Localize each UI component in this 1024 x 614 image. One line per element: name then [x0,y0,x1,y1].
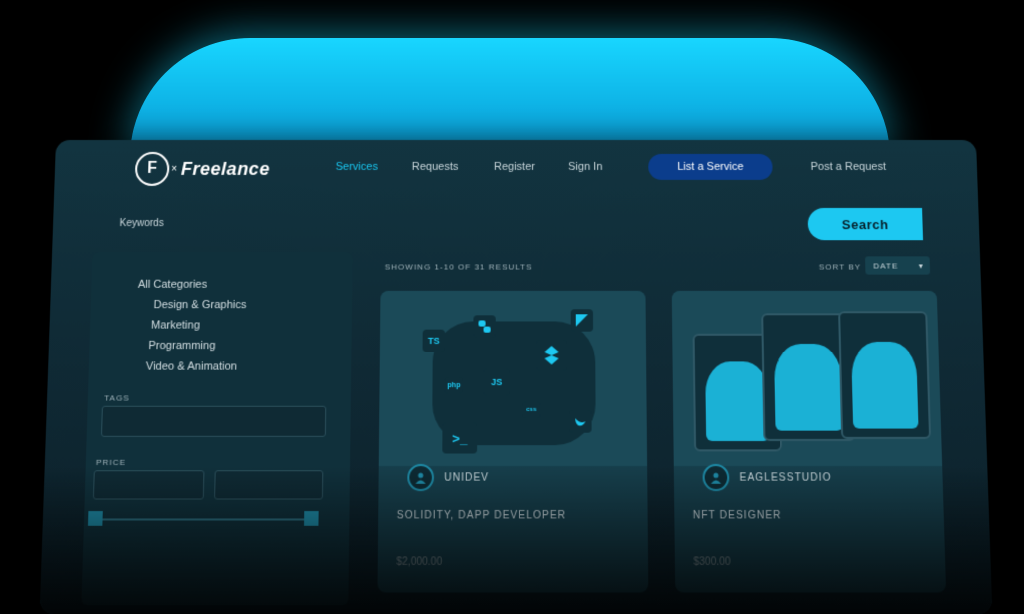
typescript-icon: TS [422,329,446,353]
nav-services[interactable]: Services [336,161,378,173]
service-price: $300.00 [693,556,731,569]
logo[interactable]: F × Freelance [134,151,271,186]
tags-input[interactable] [100,405,327,437]
price-max-input[interactable] [214,470,324,500]
category-design[interactable]: Design & Graphics [153,299,246,311]
category-programming[interactable]: Programming [148,340,215,352]
filter-sidebar: All Categories Design & Graphics Marketi… [81,252,353,606]
service-title[interactable]: NFT DESIGNER [693,510,782,522]
php-icon: php [444,376,464,394]
service-price: $2,000.00 [396,556,443,569]
category-marketing[interactable]: Marketing [151,319,200,331]
search-button[interactable]: Search [807,207,924,241]
logo-icon: F [134,151,170,186]
avatar [407,463,435,492]
avatar [702,463,730,492]
sort-select-value: DATE [873,260,899,271]
javascript-icon: JS [483,368,510,396]
nft-artwork-3 [838,311,932,439]
keywords-input[interactable]: Keywords [119,218,163,229]
nav-requests[interactable]: Requests [412,161,459,173]
search-bar: Keywords Search [113,207,924,242]
category-video[interactable]: Video & Animation [146,360,238,372]
tags-label: TAGS [104,393,130,403]
chevron-down-icon: ▾ [918,260,924,271]
terminal-icon: >_ [442,422,478,454]
seller-name: EAGLESSTUDIO [739,471,832,484]
list-service-button[interactable]: List a Service [648,153,773,180]
category-all[interactable]: All Categories [138,279,208,291]
price-min-input[interactable] [92,470,205,500]
price-slider-track [96,518,317,521]
service-card[interactable]: EAGLESSTUDIO NFT DESIGNER $300.00 [671,290,947,593]
app-window: F × Freelance Services Requests Register… [39,140,993,614]
logo-x: × [171,163,178,175]
post-request-link[interactable]: Post a Request [810,161,886,173]
python-icon [473,315,496,338]
price-label: PRICE [95,457,127,468]
swift-icon [569,409,592,433]
card-image: TS php JS css >_ [378,290,648,467]
service-title[interactable]: SOLIDITY, DAPP DEVELOPER [397,510,567,522]
nav-sign-in[interactable]: Sign In [568,161,602,173]
css-icon: css [522,401,541,419]
kotlin-icon [570,309,594,332]
brand-name: Freelance [180,158,271,179]
seller-info[interactable]: UNIDEV [407,463,490,492]
card-image [671,290,943,467]
nav-register[interactable]: Register [494,161,535,173]
price-slider-min-handle[interactable] [87,511,103,526]
seller-info[interactable]: EAGLESSTUDIO [702,463,832,492]
sort-by-label: SORT BY [818,262,862,272]
results-summary: SHOWING 1-10 OF 31 RESULTS [384,262,533,272]
top-nav: F × Freelance Services Requests Register… [54,140,978,196]
solidity-icon [536,339,567,371]
service-card[interactable]: TS php JS css >_ UNIDEV SOLIDITY, DAPP D… [377,290,649,593]
sort-select[interactable]: DATE ▾ [865,256,931,275]
price-slider-max-handle[interactable] [304,511,319,526]
seller-name: UNIDEV [444,471,490,484]
